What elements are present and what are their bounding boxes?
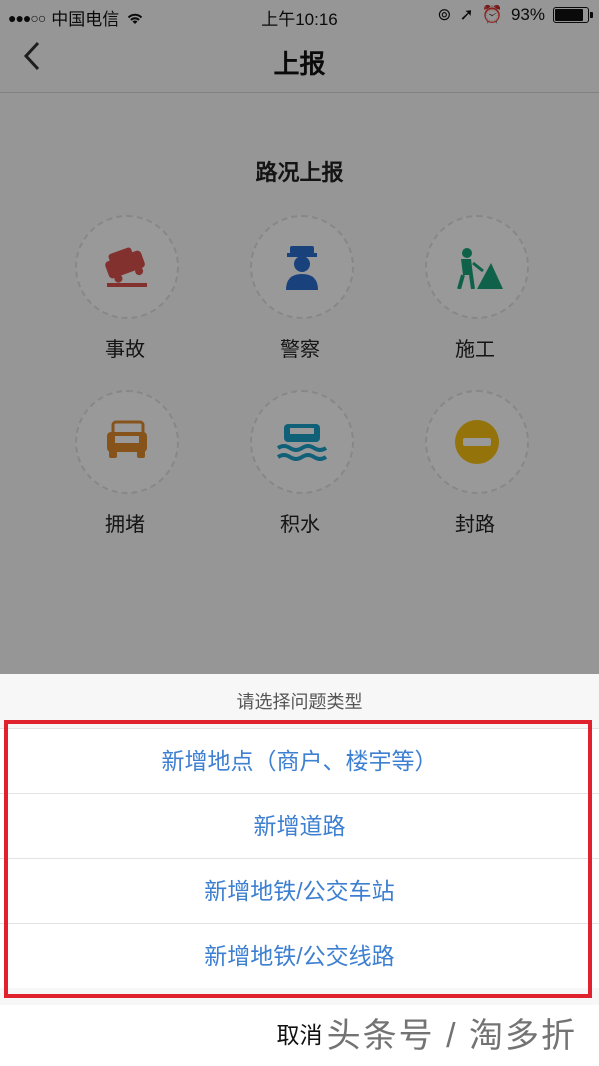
option-add-transit-line[interactable]: 新增地铁/公交线路: [0, 923, 599, 988]
report-screen: ●●●○○ 中国电信 上午10:16 ⊚ ➚ ⏰ 93% 上报 路况上报 事故 …: [0, 0, 599, 1066]
option-add-transit-station[interactable]: 新增地铁/公交车站: [0, 858, 599, 923]
watermark: 头条号 / 淘多折: [326, 1017, 577, 1055]
option-add-place[interactable]: 新增地点（商户、楼宇等）: [0, 728, 599, 793]
option-add-road[interactable]: 新增道路: [0, 793, 599, 858]
action-sheet-prompt: 请选择问题类型: [236, 692, 363, 712]
